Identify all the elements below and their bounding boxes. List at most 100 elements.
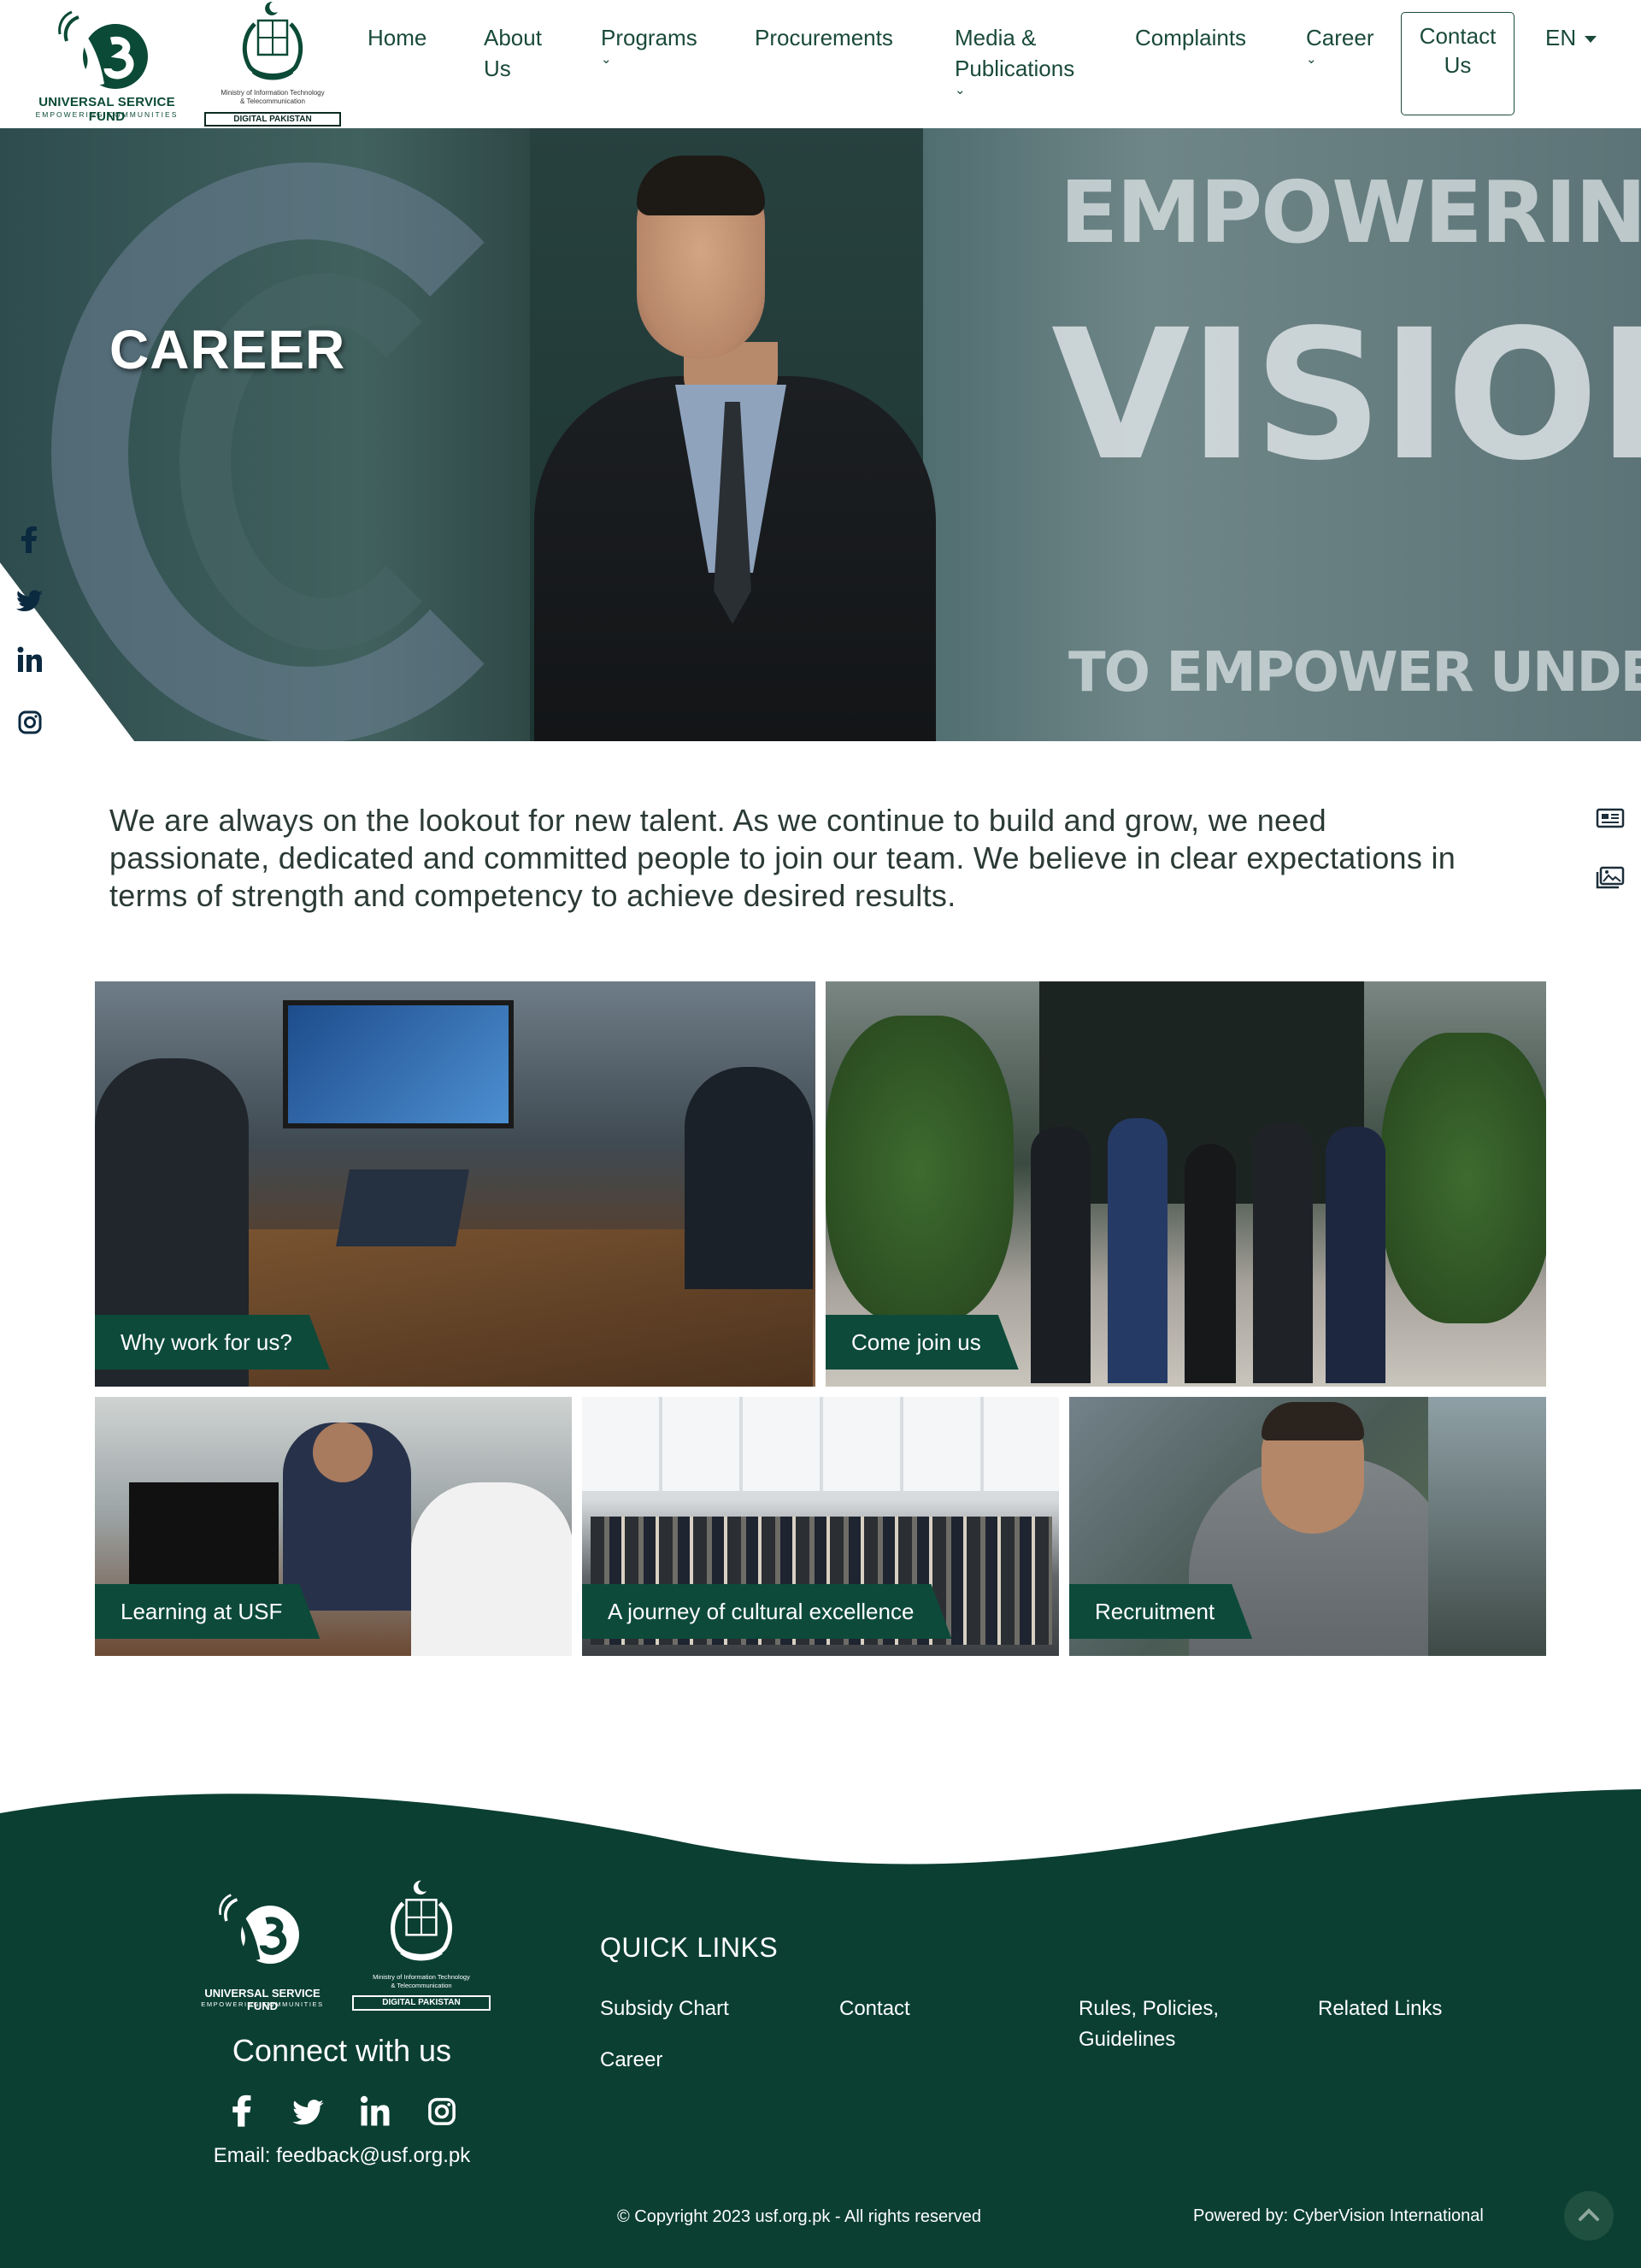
- facebook-icon[interactable]: [15, 526, 44, 555]
- usf-logo-tagline: EMPOWERING COMMUNITIES: [35, 110, 179, 119]
- nav-media-publications[interactable]: Media & Publications ⌄: [955, 22, 1074, 97]
- photo-team-5: [1326, 1127, 1385, 1383]
- footer-usf-logo[interactable]: UNIVERSAL SERVICE FUND EMPOWERING COMMUN…: [190, 1877, 335, 2014]
- photo-monitor: [129, 1482, 279, 1589]
- photo-plants-right: [1381, 1033, 1546, 1323]
- photo-plants-left: [826, 1016, 1014, 1323]
- tile-why-work-for-us[interactable]: Why work for us?: [95, 981, 815, 1387]
- twitter-icon[interactable]: [15, 586, 44, 615]
- nav-media-label-2: Publications: [955, 56, 1075, 81]
- footer-usf-name: UNIVERSAL SERVICE FUND: [204, 1987, 321, 2012]
- caret-down-icon: [1585, 36, 1597, 44]
- footer-twitter-icon[interactable]: [291, 2094, 326, 2129]
- ministry-line-1: Ministry of Information Technology: [221, 89, 325, 97]
- link-career[interactable]: Career: [600, 2045, 662, 2076]
- news-icon[interactable]: [1595, 806, 1626, 832]
- chevron-down-icon: ⌄: [601, 52, 612, 67]
- nav-programs[interactable]: Programs ⌄: [601, 22, 697, 67]
- tile-cultural-excellence[interactable]: A journey of cultural excellence: [582, 1397, 1059, 1656]
- nav-complaints[interactable]: Complaints: [1135, 22, 1246, 53]
- hero-person-hair: [637, 156, 765, 215]
- footer-facebook-icon[interactable]: [226, 2094, 260, 2129]
- nav-about[interactable]: About Us: [484, 22, 542, 84]
- powered-by-text[interactable]: Powered by: CyberVision International: [1193, 2206, 1484, 2226]
- contact-us-label-2: Us: [1444, 52, 1472, 78]
- footer-ministry-logo[interactable]: Ministry of Information Technology & Tel…: [349, 1877, 494, 2014]
- chevron-up-icon: [1579, 2208, 1599, 2221]
- language-label: EN: [1545, 25, 1577, 50]
- link-subsidy-chart[interactable]: Subsidy Chart: [600, 1994, 729, 2024]
- photo-ceiling: [582, 1397, 1059, 1491]
- instagram-icon[interactable]: [15, 708, 44, 737]
- digital-pakistan-badge: DIGITAL PAKISTAN: [204, 112, 341, 127]
- footer-linkedin-icon[interactable]: [358, 2094, 392, 2129]
- link-related-links[interactable]: Related Links: [1318, 1994, 1442, 2024]
- ministry-logo[interactable]: Ministry of Information Technology & Tel…: [202, 0, 344, 128]
- footer-ministry-line-2: & Telecommunication: [391, 1982, 452, 1989]
- footer-email[interactable]: Email: feedback@usf.org.pk: [154, 2144, 530, 2168]
- photo-team-1: [1031, 1127, 1091, 1383]
- photo-background: [1428, 1397, 1546, 1656]
- photo-colleague: [411, 1482, 572, 1656]
- copyright-text: © Copyright 2023 usf.org.pk - All rights…: [617, 2207, 982, 2226]
- photo-screen: [283, 1000, 514, 1128]
- photo-presenter-head: [313, 1423, 373, 1482]
- chevron-down-icon: ⌄: [1306, 52, 1317, 67]
- link-contact[interactable]: Contact: [839, 1994, 910, 2024]
- footer-digital-pakistan-badge: DIGITAL PAKISTAN: [352, 1995, 491, 2011]
- photo-person-right: [685, 1067, 813, 1289]
- gallery-icon[interactable]: [1595, 865, 1626, 891]
- footer-wave: [0, 1789, 1641, 1876]
- pakistan-emblem-icon: [242, 1, 303, 80]
- hero-wall-text-3: TO EMPOWER UNDERSERVED: [1068, 641, 1641, 704]
- tile-why-label: Why work for us?: [95, 1315, 330, 1370]
- tile-learning-label: Learning at USF: [95, 1584, 320, 1639]
- ministry-line-2: & Telecommunication: [240, 97, 305, 105]
- usf-logo-mark: [58, 10, 148, 89]
- photo-team-4: [1253, 1122, 1313, 1383]
- nav-career-label: Career: [1306, 25, 1374, 50]
- nav-about-label-1: About: [484, 25, 542, 50]
- photo-candidate-hair: [1262, 1402, 1364, 1440]
- tile-learning-at-usf[interactable]: Learning at USF: [95, 1397, 572, 1656]
- footer-instagram-icon[interactable]: [425, 2094, 459, 2129]
- nav-programs-label: Programs: [601, 25, 697, 50]
- usf-logo-name: UNIVERSAL SERVICE FUND: [38, 95, 175, 124]
- site-header: UNIVERSAL SERVICE FUND EMPOWERING COMMUN…: [0, 0, 1641, 128]
- link-rules-label-2: Guidelines: [1079, 2028, 1176, 2051]
- site-footer: [0, 1782, 1641, 2268]
- contact-us-label-1: Contact: [1419, 23, 1497, 49]
- nav-procurements[interactable]: Procurements: [755, 22, 893, 53]
- nav-media-label-1: Media &: [955, 25, 1037, 50]
- footer-usf-tagline: EMPOWERING COMMUNITIES: [201, 2000, 324, 2008]
- scroll-to-top-button[interactable]: [1564, 2191, 1614, 2241]
- tile-journey-label: A journey of cultural excellence: [582, 1584, 951, 1639]
- connect-with-us-heading: Connect with us: [232, 2033, 452, 2068]
- nav-about-label-2: Us: [484, 56, 511, 81]
- chevron-down-icon: ⌄: [955, 83, 966, 97]
- photo-laptop: [336, 1169, 469, 1246]
- language-selector[interactable]: EN: [1545, 22, 1597, 53]
- photo-team-3: [1185, 1144, 1236, 1383]
- tile-join-label: Come join us: [826, 1315, 1019, 1370]
- nav-complaints-label: Complaints: [1135, 25, 1247, 50]
- hero-wall-text-1: EMPOWERING COMMUNI: [1060, 162, 1641, 262]
- tile-recruitment[interactable]: Recruitment: [1069, 1397, 1546, 1656]
- contact-us-button[interactable]: Contact Us: [1401, 12, 1515, 115]
- nav-career[interactable]: Career ⌄: [1306, 22, 1373, 67]
- nav-procurements-label: Procurements: [755, 25, 893, 50]
- tile-recruitment-label: Recruitment: [1069, 1584, 1252, 1639]
- page-title: CAREER: [109, 319, 346, 380]
- footer-ministry-line-1: Ministry of Information Technology: [373, 1973, 470, 1981]
- nav-home-label: Home: [368, 25, 427, 50]
- nav-home[interactable]: Home: [368, 22, 426, 53]
- hero-banner: EMPOWERING COMMUNI VISION&MISS TO EMPOWE…: [0, 128, 1641, 741]
- quick-links-heading: QUICK LINKS: [600, 1932, 779, 1963]
- link-rules-policies[interactable]: Rules, Policies, Guidelines: [1079, 1994, 1219, 2055]
- tile-come-join-us[interactable]: Come join us: [826, 981, 1546, 1387]
- career-intro-text: We are always on the lookout for new tal…: [109, 803, 1456, 913]
- linkedin-icon[interactable]: [15, 645, 44, 675]
- photo-team-2: [1108, 1118, 1168, 1383]
- usf-logo[interactable]: UNIVERSAL SERVICE FUND EMPOWERING COMMUN…: [26, 5, 188, 124]
- hero-wall-text-2: VISION&MISS: [1051, 291, 1641, 500]
